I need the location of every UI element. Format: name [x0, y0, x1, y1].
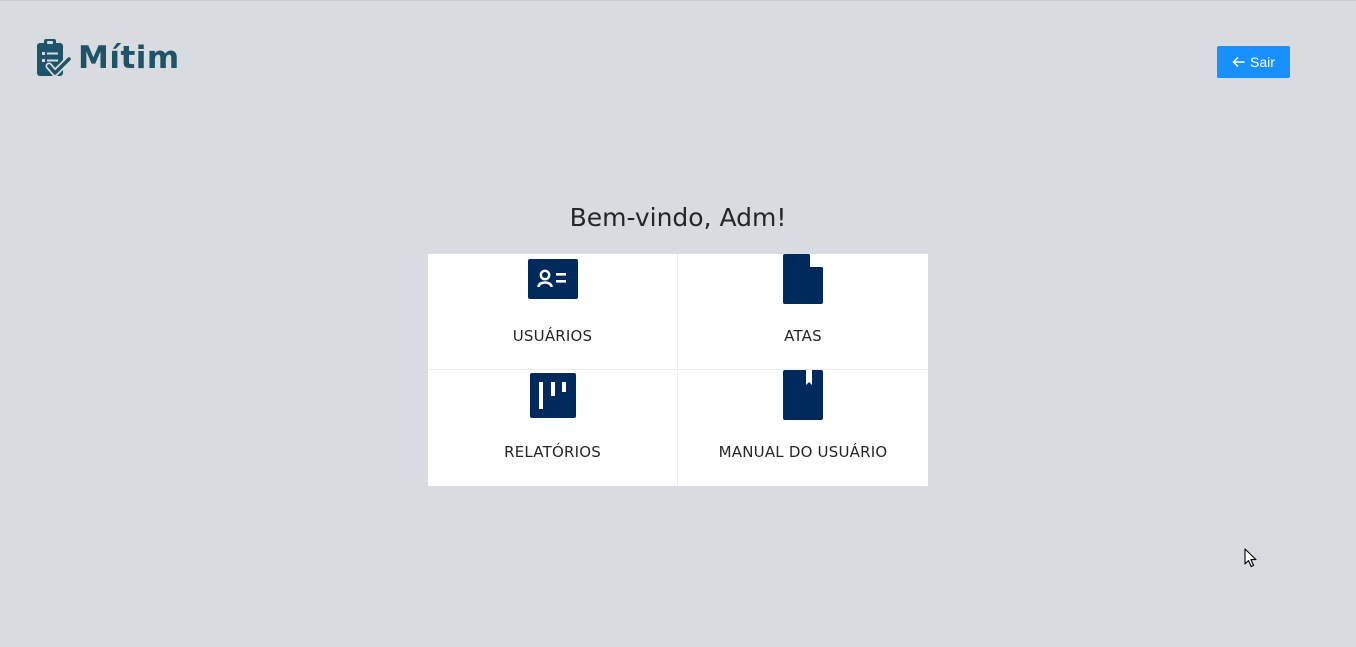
logout-button[interactable]: Sair [1217, 46, 1290, 78]
menu-card-label: ATAS [784, 327, 822, 345]
clipboard-check-icon [37, 39, 72, 77]
app-page: Mítim Sair Bem-vindo, Adm! USUÁRIOS ATAS… [0, 0, 1356, 647]
welcome-title: Bem-vindo, Adm! [569, 203, 787, 232]
file-icon [678, 254, 928, 304]
menu-card-relatorios[interactable]: RELATÓRIOS [428, 370, 678, 486]
menu-card-atas[interactable]: ATAS [678, 254, 928, 370]
mouse-pointer-icon [1244, 548, 1257, 568]
menu-card-manual[interactable]: MANUAL DO USUÁRIO [678, 370, 928, 486]
menu-card-label: RELATÓRIOS [504, 443, 601, 461]
menu-card-label: USUÁRIOS [512, 327, 593, 345]
menu-card-label: MANUAL DO USUÁRIO [718, 443, 888, 461]
id-card-icon [428, 259, 677, 299]
logo-text: Mítim [78, 40, 180, 76]
menu-grid: USUÁRIOS ATAS RELATÓRIOS MANUAL DO USUÁR… [428, 254, 928, 486]
app-logo[interactable]: Mítim [34, 38, 180, 78]
project-board-icon [428, 373, 677, 418]
logout-button-label: Sair [1250, 54, 1275, 70]
arrow-left-icon [1232, 56, 1245, 68]
menu-card-usuarios[interactable]: USUÁRIOS [428, 254, 678, 370]
book-icon [678, 370, 928, 420]
